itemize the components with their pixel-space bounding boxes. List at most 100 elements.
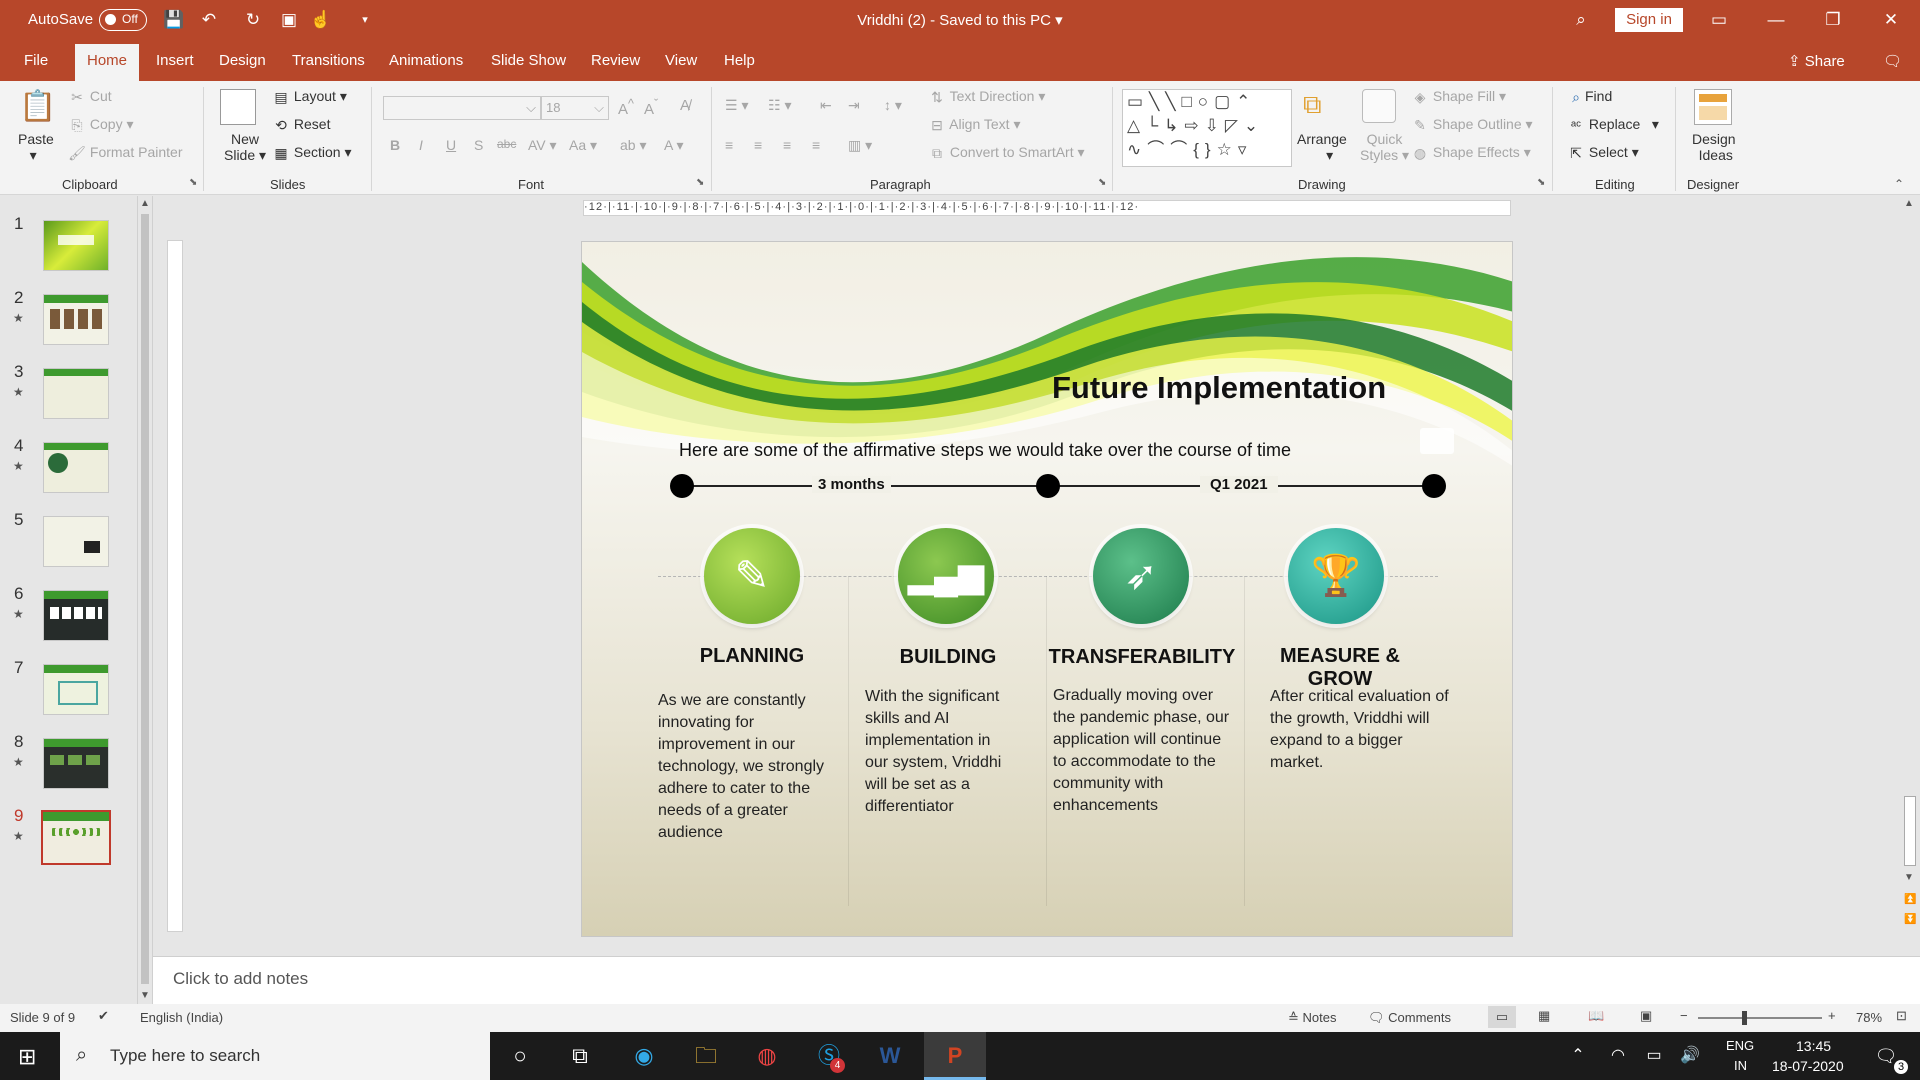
tab-insert[interactable]: Insert xyxy=(156,52,194,69)
next-slide-icon[interactable]: ⏬ xyxy=(1904,914,1916,925)
file-explorer-icon[interactable]: 🗀 xyxy=(686,1040,726,1072)
align-right-icon[interactable]: ≡ xyxy=(783,137,791,153)
char-spacing-icon[interactable]: AV ▾ xyxy=(528,137,557,154)
horizontal-ruler[interactable]: ·12·|·11·|·10·|·9·|·8·|·7·|·6·|·5·|·4·|·… xyxy=(583,200,1511,216)
shrink-font-icon[interactable]: Aˇ xyxy=(644,97,658,118)
notes-placeholder[interactable]: Click to add notes xyxy=(173,969,308,989)
columns-icon[interactable]: ▥ ▾ xyxy=(848,137,872,154)
format-painter-button[interactable]: 🖌 Format Painter xyxy=(68,144,182,162)
clock-date[interactable]: 18-07-2020 xyxy=(1772,1058,1844,1074)
clear-formatting-icon[interactable]: A̸ xyxy=(680,97,690,114)
zoom-level[interactable]: 78% xyxy=(1856,1010,1882,1025)
phase-text-transferability[interactable]: Gradually moving over the pandemic phase… xyxy=(1053,685,1233,817)
scroll-down-icon[interactable]: ▼ xyxy=(1904,872,1914,883)
slide-thumbnail-8[interactable] xyxy=(43,738,109,789)
cut-button[interactable]: ✂ Cut xyxy=(68,88,112,106)
select-button[interactable]: ⇱ Select ▾ xyxy=(1567,144,1639,162)
slideshow-view-icon[interactable]: ▣ xyxy=(1640,1008,1652,1024)
arrange-icon[interactable]: ⧉ xyxy=(1303,89,1339,123)
vertical-ruler[interactable] xyxy=(167,240,183,932)
paste-button[interactable]: Paste ▾ xyxy=(18,131,54,164)
previous-slide-icon[interactable]: ⏫ xyxy=(1904,894,1916,905)
shapes-gallery[interactable]: ▭╲╲□○▢⌃ △└↳⇨⇩◸⌄ ∿⌒⌒{}☆▿ xyxy=(1122,89,1292,167)
ribbon-display-icon[interactable]: ▭ xyxy=(1708,9,1730,31)
dialog-launcher-icon[interactable]: ⬊ xyxy=(696,177,704,188)
slide-thumbnail-6[interactable] xyxy=(43,590,109,641)
reset-button[interactable]: ⟲ Reset xyxy=(272,116,330,134)
italic-icon[interactable]: I xyxy=(419,137,423,153)
clock-time[interactable]: 13:45 xyxy=(1796,1038,1831,1054)
paste-icon[interactable]: 📋 xyxy=(18,89,58,127)
comments-icon[interactable]: 🗨 xyxy=(1883,52,1902,70)
scroll-up-icon[interactable]: ▲ xyxy=(140,198,150,209)
bold-icon[interactable]: B xyxy=(390,137,400,153)
edge-browser-icon[interactable]: ◉ xyxy=(624,1040,664,1072)
cortana-icon[interactable]: ○ xyxy=(500,1040,540,1072)
scroll-thumb[interactable] xyxy=(141,214,149,984)
slide-thumbnail-7[interactable] xyxy=(43,664,109,715)
tab-view[interactable]: View xyxy=(665,52,697,69)
underline-icon[interactable]: U xyxy=(446,137,456,153)
volume-icon[interactable]: 🔊 xyxy=(1670,1040,1710,1072)
new-slide-icon[interactable] xyxy=(220,89,256,125)
design-ideas-icon[interactable] xyxy=(1694,89,1732,125)
reading-view-icon[interactable]: 📖 xyxy=(1588,1008,1604,1024)
dialog-launcher-icon[interactable]: ⬊ xyxy=(1098,177,1106,188)
phase-text-building[interactable]: With the significant skills and AI imple… xyxy=(865,686,1015,818)
tab-transitions[interactable]: Transitions xyxy=(292,52,365,69)
quick-styles-button[interactable]: Quick Styles ▾ xyxy=(1360,131,1409,164)
powerpoint-taskbar-button[interactable]: P xyxy=(924,1032,986,1080)
tab-home[interactable]: Home xyxy=(75,44,140,81)
spelling-icon[interactable]: ✔ xyxy=(98,1008,109,1024)
minimize-icon[interactable]: — xyxy=(1765,9,1787,31)
comments-toggle[interactable]: 🗨 Comments xyxy=(1368,1010,1451,1026)
decrease-indent-icon[interactable]: ⇤ xyxy=(820,97,832,114)
sign-in-button[interactable]: Sign in xyxy=(1615,8,1683,32)
chrome-icon[interactable]: ◍ xyxy=(747,1040,787,1072)
normal-view-icon[interactable]: ▭ xyxy=(1488,1006,1516,1028)
copy-button[interactable]: ⎘ Copy ▾ xyxy=(68,116,133,134)
font-name-combobox[interactable]: ⌵ xyxy=(383,96,541,120)
justify-icon[interactable]: ≡ xyxy=(812,137,820,153)
new-slide-button[interactable]: New Slide ▾ xyxy=(224,131,266,164)
slide-thumbnail-3[interactable] xyxy=(43,368,109,419)
align-text-button[interactable]: ⊟ Align Text ▾ xyxy=(928,116,1020,134)
language-eng[interactable]: ENG xyxy=(1726,1038,1754,1053)
notes-toggle[interactable]: ≙ Notes xyxy=(1288,1010,1336,1026)
tab-design[interactable]: Design xyxy=(219,52,266,69)
slide-sorter-icon[interactable]: ▦ xyxy=(1538,1008,1550,1024)
word-icon[interactable]: W xyxy=(870,1040,910,1072)
close-icon[interactable]: ✕ xyxy=(1880,9,1902,31)
align-left-icon[interactable]: ≡ xyxy=(725,137,733,153)
shape-outline-button[interactable]: ✎ Shape Outline ▾ xyxy=(1411,116,1532,134)
align-center-icon[interactable]: ≡ xyxy=(754,137,762,153)
zoom-in-icon[interactable]: + xyxy=(1828,1008,1836,1023)
strikethrough-icon[interactable]: abc xyxy=(497,137,516,151)
scroll-up-icon[interactable]: ▲ xyxy=(1904,198,1914,209)
show-hidden-icons-icon[interactable]: ⌃ xyxy=(1558,1040,1598,1072)
tab-slide-show[interactable]: Slide Show xyxy=(491,52,566,69)
quick-styles-icon[interactable] xyxy=(1362,89,1396,123)
slide-thumbnail-1[interactable] xyxy=(43,220,109,271)
phase-title-planning[interactable]: PLANNING xyxy=(662,645,842,668)
phase-title-building[interactable]: BUILDING xyxy=(858,646,1038,669)
text-direction-button[interactable]: ⇅ Text Direction ▾ xyxy=(928,88,1045,106)
tab-help[interactable]: Help xyxy=(724,52,755,69)
phase-title-transferability[interactable]: TRANSFERABILITY xyxy=(1044,646,1240,669)
windows-start-icon[interactable]: ⊞ xyxy=(18,1044,36,1070)
task-view-icon[interactable]: ⧉ xyxy=(560,1040,600,1072)
bullets-icon[interactable]: ☰ ▾ xyxy=(725,97,748,114)
increase-indent-icon[interactable]: ⇥ xyxy=(848,97,860,114)
shape-effects-button[interactable]: ◍ Shape Effects ▾ xyxy=(1411,144,1531,162)
phase-text-planning[interactable]: As we are constantly innovating for impr… xyxy=(658,690,828,844)
language-in[interactable]: IN xyxy=(1734,1058,1747,1073)
zoom-out-icon[interactable]: − xyxy=(1680,1008,1688,1023)
font-size-combobox[interactable]: 18 ⌵ xyxy=(541,96,609,120)
dialog-launcher-icon[interactable]: ⬊ xyxy=(189,177,197,188)
collapse-ribbon-icon[interactable]: ⌃ xyxy=(1894,177,1904,191)
replace-button[interactable]: ᵃᶜ Replace ▾ xyxy=(1567,116,1659,134)
search-icon[interactable]: ⌕ xyxy=(1570,9,1592,31)
section-button[interactable]: ▦ Section ▾ xyxy=(272,144,351,162)
layout-button[interactable]: ▤ Layout ▾ xyxy=(272,88,346,106)
share-button[interactable]: ⇪ Share xyxy=(1788,52,1845,70)
